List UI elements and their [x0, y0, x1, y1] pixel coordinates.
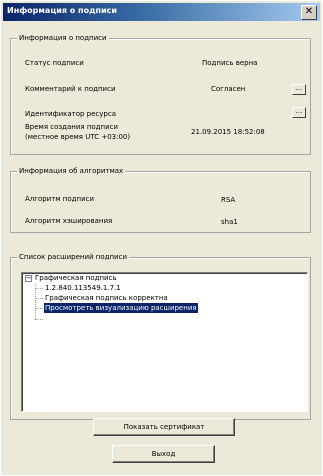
tree-connector [35, 284, 36, 319]
exit-button[interactable]: Выход [112, 445, 215, 463]
tree-connector [35, 288, 43, 289]
created-time-label: Время создания подписи [25, 123, 119, 131]
show-certificate-button[interactable]: Показать сертификат [93, 418, 235, 436]
signature-info-dialog: Информация о подписи ✕ Информация о подп… [0, 0, 323, 476]
tree-connector [35, 319, 43, 320]
algorithms-group: Информация об алгоритмах Алгоритм подпис… [10, 165, 311, 233]
minus-icon: − [26, 274, 32, 282]
collapse-expander[interactable]: − [25, 275, 32, 282]
ellipsis-icon: ... [295, 84, 303, 92]
ellipsis-icon: ... [295, 107, 303, 115]
close-button[interactable]: ✕ [301, 5, 317, 20]
extensions-legend: Список расширений подписи [17, 251, 130, 263]
status-value: Подпись верна [202, 59, 258, 67]
created-time-value: 21.09.2015 18:52:08 [191, 128, 265, 136]
tree-root-node[interactable]: Графическая подпись [34, 273, 118, 283]
resource-id-label: Идентификатор ресурса [25, 110, 116, 118]
signature-info-group: Информация о подписи Статус подписи Подп… [10, 32, 311, 155]
tree-child-node[interactable]: 1.2.840.113549.1.7.1 [44, 283, 122, 293]
tree-connector [35, 298, 43, 299]
comment-value: Согласен [211, 85, 246, 93]
comment-label: Комментарий к подписи [25, 85, 116, 93]
close-icon: ✕ [304, 6, 314, 17]
signature-info-legend: Информация о подписи [17, 32, 109, 44]
comment-details-button[interactable]: ... [292, 84, 306, 95]
algorithms-legend: Информация об алгоритмах [17, 165, 126, 177]
sign-algorithm-value: RSA [221, 196, 236, 204]
tree-child-node[interactable]: Графическая подпись корректна [44, 293, 169, 303]
window-title: Информация о подписи [7, 6, 118, 15]
sign-algorithm-label: Алгоритм подписи [25, 195, 95, 203]
tree-child-node-selected[interactable]: Просмотреть визуализацию расширения [44, 303, 198, 313]
extensions-group: Список расширений подписи − Графическая … [10, 251, 311, 420]
created-time-timezone: (местное время UTC +03:00) [25, 133, 131, 141]
status-label: Статус подписи [25, 59, 84, 67]
tree-connector [35, 308, 43, 309]
hash-algorithm-label: Алгоритм хэширования [25, 217, 113, 225]
extensions-tree[interactable]: − Графическая подпись 1.2.840.113549.1.7… [21, 272, 308, 412]
title-bar[interactable]: Информация о подписи ✕ [3, 3, 320, 21]
hash-algorithm-value: sha1 [221, 218, 238, 226]
resource-id-details-button[interactable]: ... [292, 107, 306, 118]
